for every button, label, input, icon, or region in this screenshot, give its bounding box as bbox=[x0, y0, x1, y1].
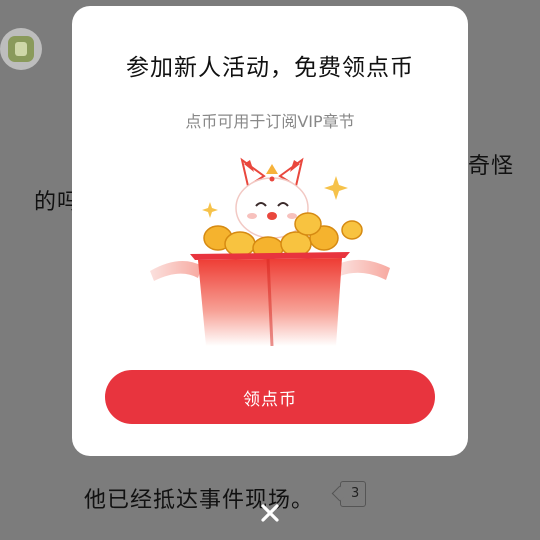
app-logo-icon bbox=[8, 36, 34, 62]
modal-title: 参加新人活动，免费领点币 bbox=[126, 55, 414, 81]
bg-text-line1: 奇怪 bbox=[468, 154, 515, 179]
close-button[interactable] bbox=[255, 498, 285, 528]
app-avatar bbox=[0, 28, 42, 70]
new-user-promo-modal: 参加新人活动，免费领点币 点币可用于订阅VIP章节 领点币 bbox=[72, 6, 468, 456]
modal-subtitle: 点币可用于订阅VIP章节 bbox=[185, 112, 355, 131]
comment-count-badge[interactable]: 3 bbox=[340, 481, 367, 507]
close-icon bbox=[261, 504, 279, 522]
cat-coin-gift-illustration bbox=[150, 157, 390, 346]
claim-coins-button[interactable]: 领点币 bbox=[105, 370, 435, 424]
